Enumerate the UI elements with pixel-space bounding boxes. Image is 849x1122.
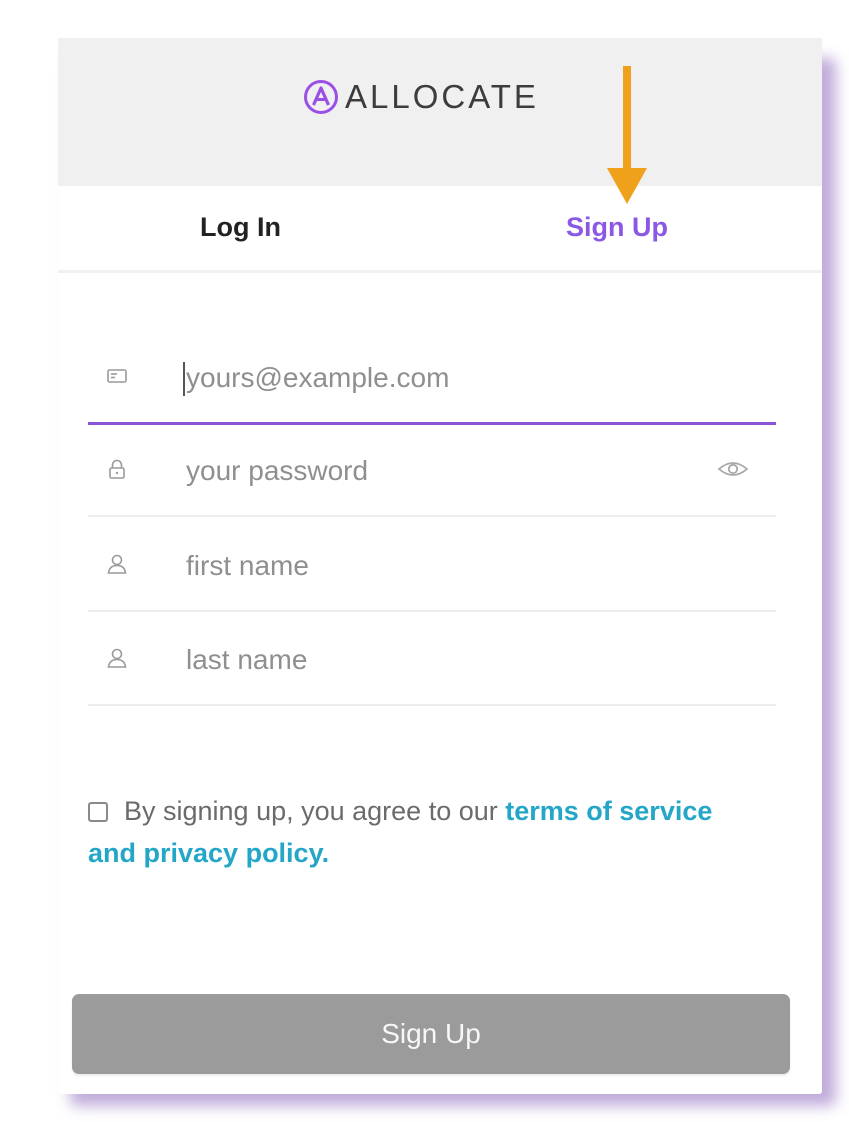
eye-icon[interactable] (716, 456, 750, 482)
card-header: ALLOCATE (58, 38, 822, 186)
terms-agreement-text: By signing up, you agree to our terms of… (88, 790, 738, 874)
user-icon (107, 554, 127, 574)
first-name-field[interactable] (88, 520, 776, 612)
brand-name: ALLOCATE (345, 78, 539, 115)
sign-up-button[interactable]: Sign Up (72, 994, 790, 1074)
tab-log-in[interactable]: Log In (200, 212, 281, 243)
text-cursor (183, 362, 185, 396)
user-icon (107, 648, 127, 668)
terms-suffix: . (321, 838, 330, 868)
password-input[interactable] (184, 447, 708, 495)
terms-agreement: By signing up, you agree to our terms of… (88, 790, 738, 874)
tab-sign-up[interactable]: Sign Up (566, 212, 668, 243)
allocate-logo-icon (304, 80, 338, 114)
brand-logo: ALLOCATE (303, 78, 539, 116)
lock-icon (109, 459, 125, 479)
arrow-down-icon (607, 66, 647, 204)
signup-page: ALLOCATE Log In Sign Up yours@example.co… (0, 0, 849, 1122)
email-icon (107, 369, 127, 383)
last-name-field[interactable] (88, 614, 776, 706)
last-name-input[interactable] (184, 636, 708, 684)
password-field[interactable] (88, 425, 776, 517)
email-input[interactable] (184, 354, 708, 402)
first-name-input[interactable] (184, 542, 708, 590)
auth-card: ALLOCATE Log In Sign Up yours@example.co… (58, 38, 822, 1094)
email-field[interactable] (88, 332, 776, 425)
auth-tabs: Log In Sign Up (58, 186, 822, 273)
terms-prefix: By signing up, you agree to our (124, 796, 506, 826)
